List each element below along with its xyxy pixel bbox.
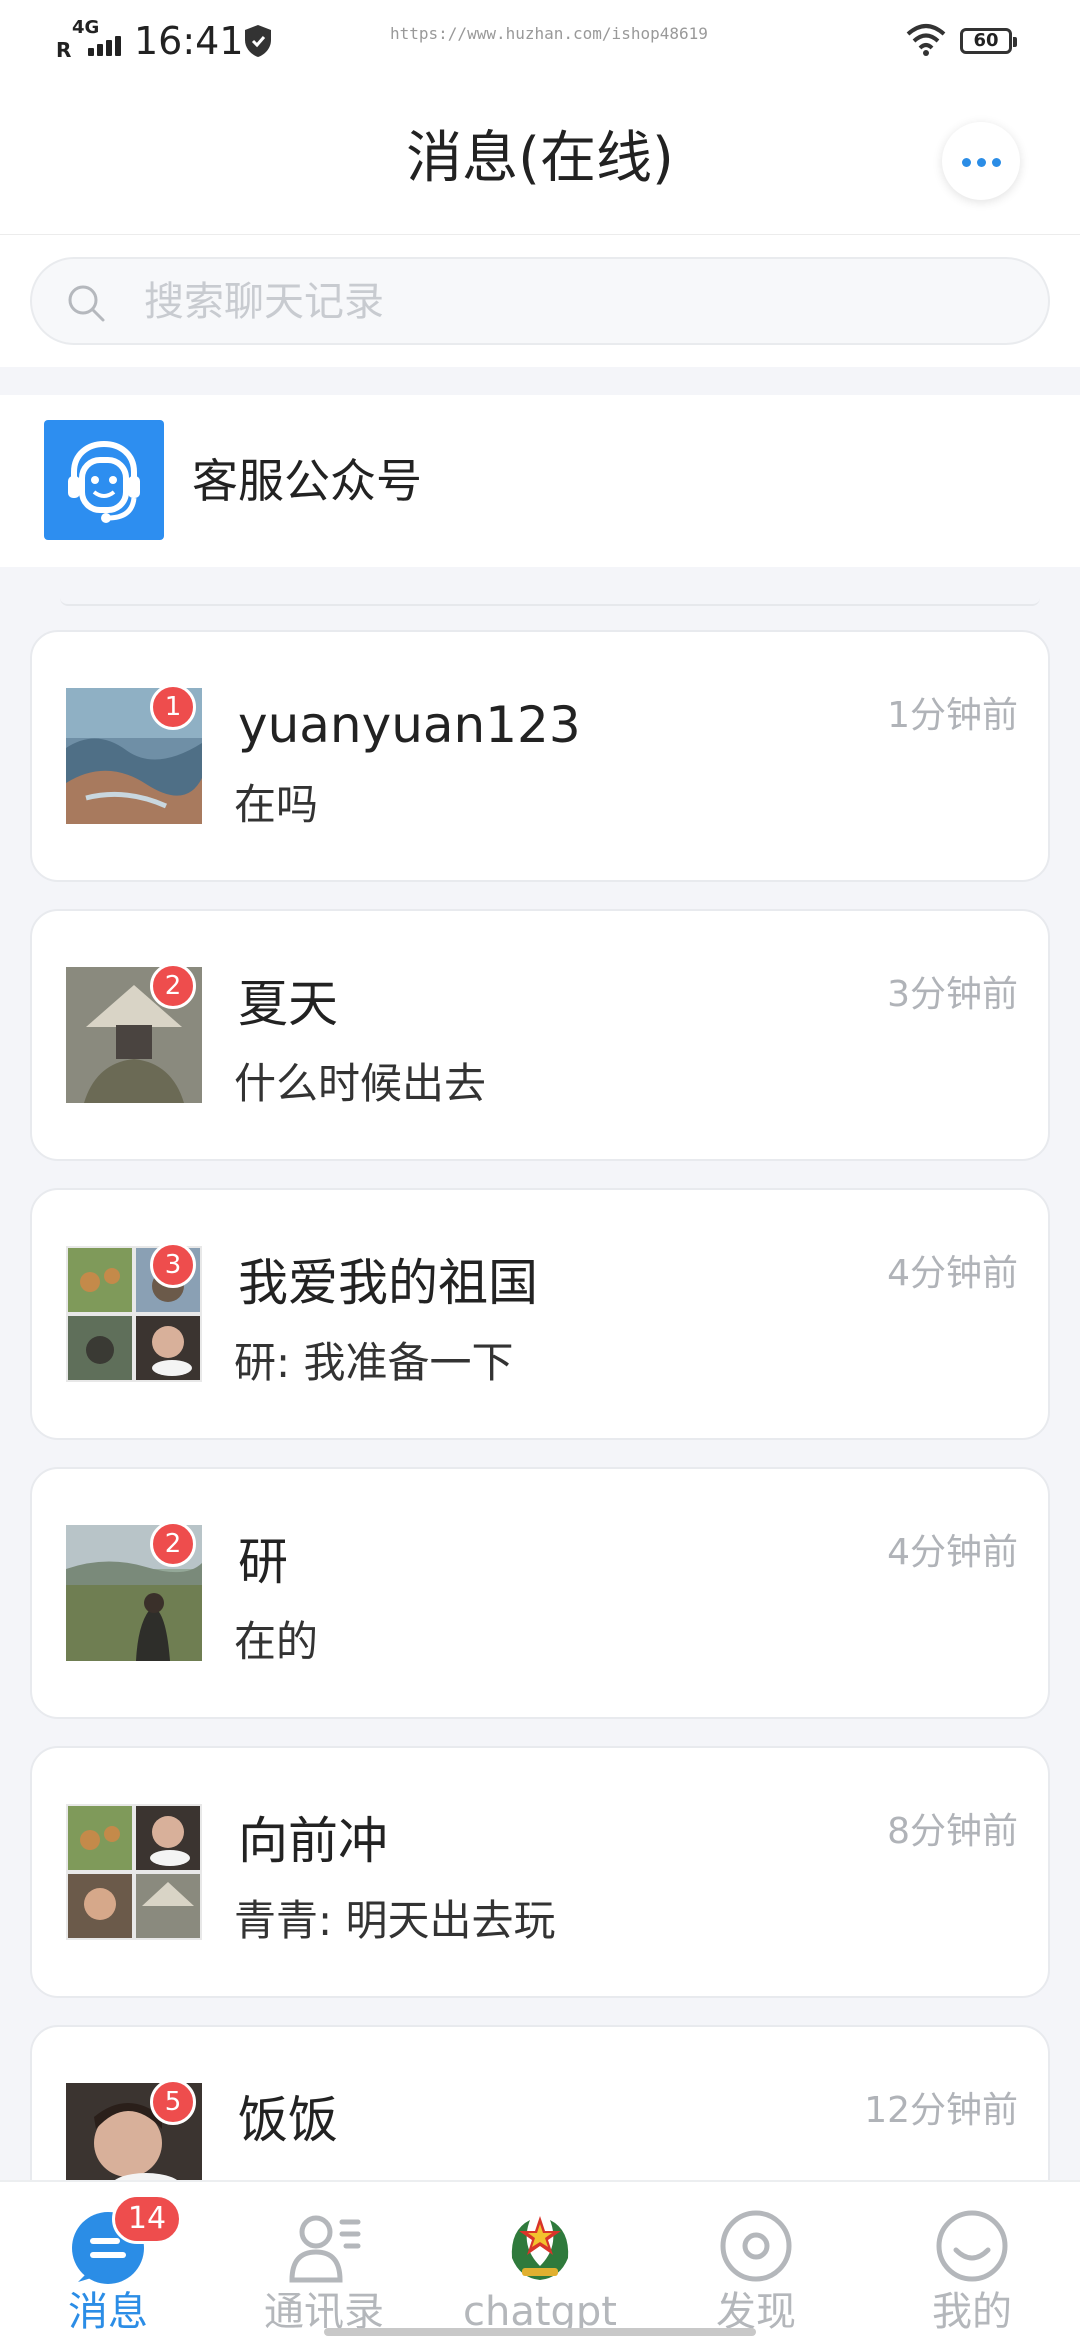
tab-discover[interactable]: 发现 [648,2182,864,2342]
tab-label: 我的 [932,2289,1012,2335]
watermark-url: https://www.huzhan.com/ishop48619 [390,24,708,43]
unread-badge: 2 [150,963,196,1009]
chat-time: 1分钟前 [887,695,1018,736]
bottom-tab-bar: 14 消息 通讯录 chatgpt 发现 我的 [0,2180,1080,2342]
emblem-icon [511,2216,569,2280]
roaming-label: R [56,38,72,62]
chat-last-message: 研: 我准备一下 [234,1338,514,1387]
chat-last-message: 在的 [234,1617,319,1666]
shield-icon [245,25,271,57]
status-time: 16:41 [134,19,244,63]
chat-last-message: 青青: 明天出去玩 [234,1896,556,1945]
more-dots-icon [962,158,971,167]
chat-time: 4分钟前 [887,1532,1018,1573]
unread-badge: 2 [150,1521,196,1567]
search-icon [68,285,105,322]
more-button[interactable] [942,122,1020,200]
discover-icon [720,2210,792,2282]
service-account-item[interactable]: 客服公众号 [0,395,1080,567]
chat-name: 夏天 [238,975,338,1033]
chat-last-message: 什么时候出去 [234,1059,487,1108]
chat-item[interactable]: 向前冲 青青: 明天出去玩 8分钟前 [30,1746,1050,1998]
home-indicator [324,2328,756,2336]
chat-item[interactable]: 3 我爱我的祖国 研: 我准备一下 4分钟前 [30,1188,1050,1440]
signal-icon [88,30,122,56]
tab-unread-badge: 14 [112,2194,182,2244]
tab-label: 消息 [68,2289,148,2335]
chat-name: 向前冲 [238,1812,388,1870]
chat-last-message: 在吗 [234,780,319,829]
unread-badge: 5 [150,2079,196,2125]
chat-item[interactable]: 2 夏天 什么时候出去 3分钟前 [30,909,1050,1161]
tab-chatgpt[interactable]: chatgpt [432,2182,648,2342]
chat-time: 3分钟前 [887,974,1018,1015]
header: 消息(在线) [0,80,1080,235]
tab-profile[interactable]: 我的 [864,2182,1080,2342]
chat-time: 4分钟前 [887,1253,1018,1294]
search-section [0,235,1080,367]
service-account-name: 客服公众号 [192,454,422,508]
tab-messages[interactable]: 14 消息 [0,2182,216,2342]
chat-name: 我爱我的祖国 [238,1254,538,1312]
chat-time: 8分钟前 [887,1811,1018,1852]
chat-name: yuanyuan123 [238,696,581,754]
profile-icon [936,2210,1008,2282]
search-bar[interactable] [30,257,1050,345]
chat-item[interactable]: 1 yuanyuan123 在吗 1分钟前 [30,630,1050,882]
search-input[interactable] [142,273,1026,331]
unread-badge: 3 [150,1242,196,1288]
page-title: 消息(在线) [406,126,674,191]
chat-name: 饭饭 [238,2091,338,2149]
chat-item[interactable]: 2 研 在的 4分钟前 [30,1467,1050,1719]
wifi-icon [906,24,946,56]
unread-badge: 1 [150,684,196,730]
tab-contacts[interactable]: 通讯录 [216,2182,432,2342]
status-bar: R 4G 16:41 https://www.huzhan.com/ishop4… [0,0,1080,80]
group-avatar [66,1804,202,1940]
divider [60,598,1040,606]
customer-service-icon [44,420,164,540]
chat-name: 研 [238,1533,288,1591]
chat-time: 12分钟前 [864,2090,1018,2131]
battery-icon: 60 [960,28,1017,54]
contacts-icon [289,2215,361,2283]
